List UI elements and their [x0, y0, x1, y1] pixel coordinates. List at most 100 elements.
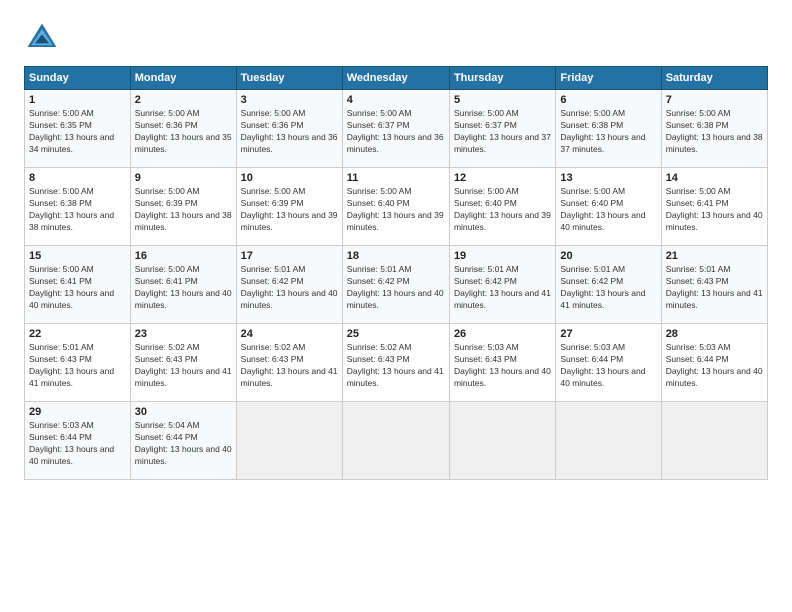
calendar-cell: 3 Sunrise: 5:00 AMSunset: 6:36 PMDaylight… [236, 90, 342, 168]
day-info: Sunrise: 5:03 AMSunset: 6:44 PMDaylight:… [560, 342, 656, 390]
day-info: Sunrise: 5:01 AMSunset: 6:42 PMDaylight:… [347, 264, 445, 312]
day-info: Sunrise: 5:01 AMSunset: 6:42 PMDaylight:… [454, 264, 551, 312]
day-number: 5 [454, 94, 551, 106]
calendar-cell: 15 Sunrise: 5:00 AMSunset: 6:41 PMDayligh… [25, 246, 131, 324]
calendar-cell [449, 402, 555, 480]
calendar-header-tuesday: Tuesday [236, 67, 342, 90]
day-info: Sunrise: 5:01 AMSunset: 6:43 PMDaylight:… [666, 264, 763, 312]
calendar-week-row: 1 Sunrise: 5:00 AMSunset: 6:35 PMDaylight… [25, 90, 768, 168]
day-info: Sunrise: 5:03 AMSunset: 6:44 PMDaylight:… [666, 342, 763, 390]
calendar-header-monday: Monday [130, 67, 236, 90]
day-info: Sunrise: 5:01 AMSunset: 6:43 PMDaylight:… [29, 342, 126, 390]
calendar-cell: 18 Sunrise: 5:01 AMSunset: 6:42 PMDayligh… [342, 246, 449, 324]
calendar-header-saturday: Saturday [661, 67, 767, 90]
day-number: 9 [135, 172, 232, 184]
calendar-header-sunday: Sunday [25, 67, 131, 90]
calendar-cell [661, 402, 767, 480]
day-number: 21 [666, 250, 763, 262]
day-number: 17 [241, 250, 338, 262]
day-info: Sunrise: 5:00 AMSunset: 6:38 PMDaylight:… [29, 186, 126, 234]
day-info: Sunrise: 5:00 AMSunset: 6:37 PMDaylight:… [347, 108, 445, 156]
day-number: 18 [347, 250, 445, 262]
calendar-cell: 19 Sunrise: 5:01 AMSunset: 6:42 PMDayligh… [449, 246, 555, 324]
calendar-cell: 16 Sunrise: 5:00 AMSunset: 6:41 PMDayligh… [130, 246, 236, 324]
page: SundayMondayTuesdayWednesdayThursdayFrid… [0, 0, 792, 496]
day-number: 26 [454, 328, 551, 340]
calendar-header-row: SundayMondayTuesdayWednesdayThursdayFrid… [25, 67, 768, 90]
calendar-cell: 29 Sunrise: 5:03 AMSunset: 6:44 PMDayligh… [25, 402, 131, 480]
day-number: 15 [29, 250, 126, 262]
calendar-cell: 11 Sunrise: 5:00 AMSunset: 6:40 PMDayligh… [342, 168, 449, 246]
day-number: 19 [454, 250, 551, 262]
logo [24, 20, 66, 56]
calendar-cell: 25Sunrise: 5:02 AMSunset: 6:43 PMDayligh… [342, 324, 449, 402]
day-number: 11 [347, 172, 445, 184]
day-number: 4 [347, 94, 445, 106]
calendar-cell: 10Sunrise: 5:00 AMSunset: 6:39 PMDayligh… [236, 168, 342, 246]
day-info: Sunrise: 5:00 AMSunset: 6:36 PMDaylight:… [241, 108, 338, 156]
calendar-header-wednesday: Wednesday [342, 67, 449, 90]
day-number: 14 [666, 172, 763, 184]
day-info: Sunrise: 5:00 AMSunset: 6:41 PMDaylight:… [135, 264, 232, 312]
calendar-cell: 17 Sunrise: 5:01 AMSunset: 6:42 PMDayligh… [236, 246, 342, 324]
calendar-cell: 21 Sunrise: 5:01 AMSunset: 6:43 PMDayligh… [661, 246, 767, 324]
calendar-header-thursday: Thursday [449, 67, 555, 90]
day-info: Sunrise: 5:00 AMSunset: 6:39 PMDaylight:… [241, 186, 338, 234]
day-info: Sunrise: 5:00 AMSunset: 6:41 PMDaylight:… [29, 264, 126, 312]
day-info: Sunrise: 5:03 AMSunset: 6:43 PMDaylight:… [454, 342, 551, 390]
calendar-cell: 13Sunrise: 5:00 AMSunset: 6:40 PMDayligh… [556, 168, 661, 246]
day-info: Sunrise: 5:00 AMSunset: 6:40 PMDaylight:… [454, 186, 551, 234]
calendar-cell: 20Sunrise: 5:01 AMSunset: 6:42 PMDayligh… [556, 246, 661, 324]
day-info: Sunrise: 5:00 AMSunset: 6:39 PMDaylight:… [135, 186, 232, 234]
day-info: Sunrise: 5:01 AMSunset: 6:42 PMDaylight:… [241, 264, 338, 312]
calendar-cell [236, 402, 342, 480]
calendar-cell: 7 Sunrise: 5:00 AMSunset: 6:38 PMDaylight… [661, 90, 767, 168]
calendar-week-row: 8Sunrise: 5:00 AMSunset: 6:38 PMDaylight… [25, 168, 768, 246]
calendar-cell: 27 Sunrise: 5:03 AMSunset: 6:44 PMDayligh… [556, 324, 661, 402]
calendar-cell: 22 Sunrise: 5:01 AMSunset: 6:43 PMDayligh… [25, 324, 131, 402]
day-info: Sunrise: 5:00 AMSunset: 6:36 PMDaylight:… [135, 108, 232, 156]
day-number: 6 [560, 94, 656, 106]
calendar-cell: 2 Sunrise: 5:00 AMSunset: 6:36 PMDaylight… [130, 90, 236, 168]
day-info: Sunrise: 5:00 AMSunset: 6:38 PMDaylight:… [560, 108, 656, 156]
calendar-cell: 26 Sunrise: 5:03 AMSunset: 6:43 PMDayligh… [449, 324, 555, 402]
calendar-cell: 14 Sunrise: 5:00 AMSunset: 6:41 PMDayligh… [661, 168, 767, 246]
day-info: Sunrise: 5:00 AMSunset: 6:35 PMDaylight:… [29, 108, 126, 156]
day-info: Sunrise: 5:03 AMSunset: 6:44 PMDaylight:… [29, 420, 126, 468]
day-info: Sunrise: 5:00 AMSunset: 6:41 PMDaylight:… [666, 186, 763, 234]
calendar-cell: 4 Sunrise: 5:00 AMSunset: 6:37 PMDaylight… [342, 90, 449, 168]
calendar-header-friday: Friday [556, 67, 661, 90]
day-number: 27 [560, 328, 656, 340]
day-number: 30 [135, 406, 232, 418]
day-info: Sunrise: 5:04 AMSunset: 6:44 PMDaylight:… [135, 420, 232, 468]
day-number: 22 [29, 328, 126, 340]
day-number: 3 [241, 94, 338, 106]
calendar-cell [342, 402, 449, 480]
calendar-cell: 24 Sunrise: 5:02 AMSunset: 6:43 PMDayligh… [236, 324, 342, 402]
day-number: 24 [241, 328, 338, 340]
day-number: 29 [29, 406, 126, 418]
calendar-week-row: 29 Sunrise: 5:03 AMSunset: 6:44 PMDayligh… [25, 402, 768, 480]
day-number: 2 [135, 94, 232, 106]
day-number: 7 [666, 94, 763, 106]
calendar-cell: 8Sunrise: 5:00 AMSunset: 6:38 PMDaylight… [25, 168, 131, 246]
day-info: Sunrise: 5:02 AMSunset: 6:43 PMDaylight:… [135, 342, 232, 390]
day-info: Sunrise: 5:00 AMSunset: 6:40 PMDaylight:… [560, 186, 656, 234]
day-number: 1 [29, 94, 126, 106]
calendar-cell: 6 Sunrise: 5:00 AMSunset: 6:38 PMDaylight… [556, 90, 661, 168]
day-info: Sunrise: 5:00 AMSunset: 6:37 PMDaylight:… [454, 108, 551, 156]
day-number: 16 [135, 250, 232, 262]
logo-icon [24, 20, 60, 56]
day-number: 28 [666, 328, 763, 340]
calendar-week-row: 22 Sunrise: 5:01 AMSunset: 6:43 PMDayligh… [25, 324, 768, 402]
day-number: 12 [454, 172, 551, 184]
day-info: Sunrise: 5:00 AMSunset: 6:38 PMDaylight:… [666, 108, 763, 156]
day-info: Sunrise: 5:02 AMSunset: 6:43 PMDaylight:… [241, 342, 338, 390]
day-info: Sunrise: 5:01 AMSunset: 6:42 PMDaylight:… [560, 264, 656, 312]
calendar: SundayMondayTuesdayWednesdayThursdayFrid… [24, 66, 768, 480]
calendar-cell: 9 Sunrise: 5:00 AMSunset: 6:39 PMDaylight… [130, 168, 236, 246]
day-number: 23 [135, 328, 232, 340]
calendar-week-row: 15 Sunrise: 5:00 AMSunset: 6:41 PMDayligh… [25, 246, 768, 324]
day-info: Sunrise: 5:00 AMSunset: 6:40 PMDaylight:… [347, 186, 445, 234]
calendar-cell: 23 Sunrise: 5:02 AMSunset: 6:43 PMDayligh… [130, 324, 236, 402]
